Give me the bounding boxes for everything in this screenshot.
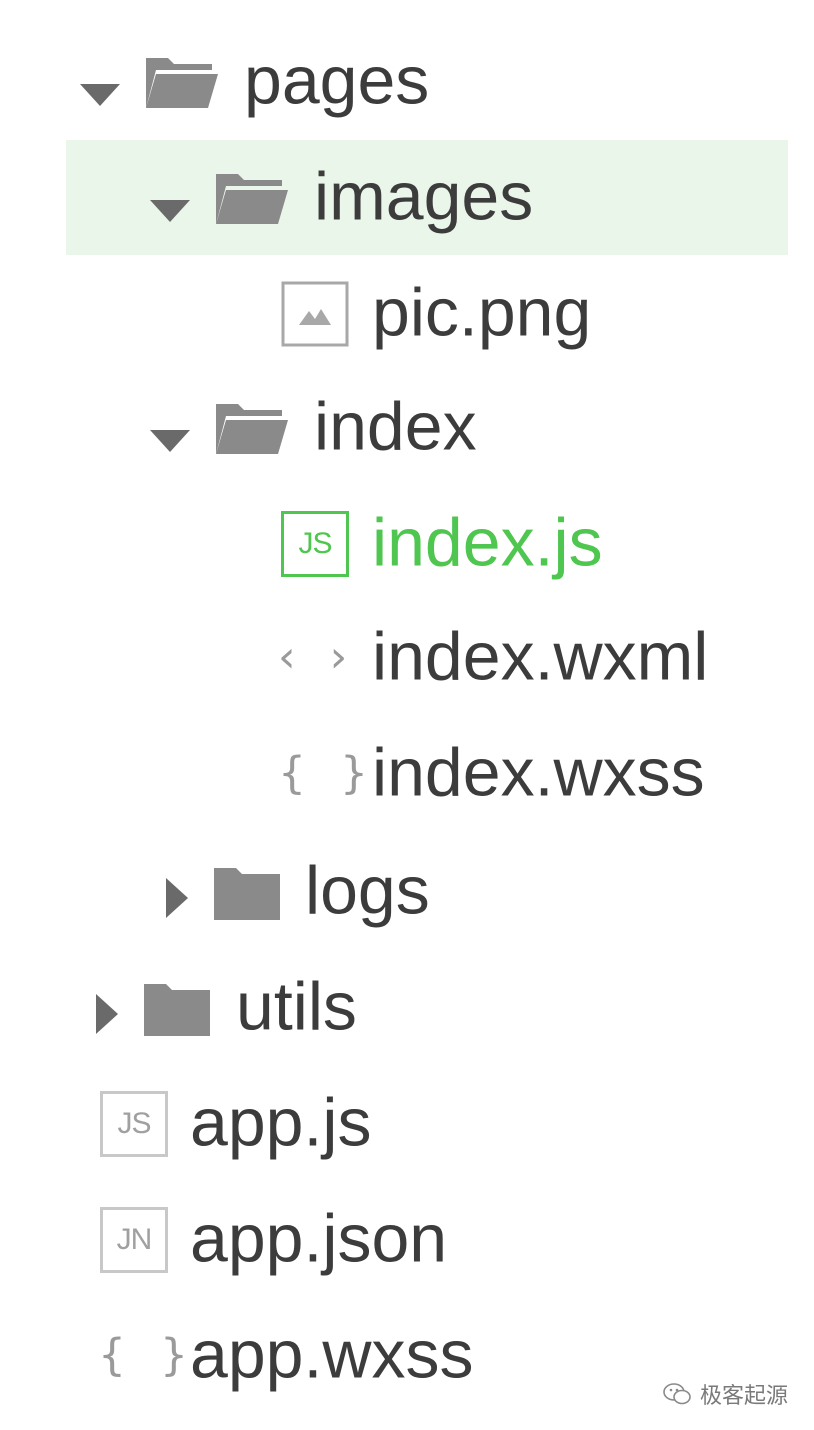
- tree-item-app-json[interactable]: JN app.json: [0, 1182, 814, 1297]
- folder-open-icon: [216, 173, 288, 224]
- chevron-right-icon[interactable]: [166, 877, 188, 918]
- tree-item-label: app.wxss: [190, 1316, 474, 1393]
- folder-open-icon: [216, 403, 288, 454]
- tree-item-label: logs: [305, 852, 430, 929]
- tree-item-logs[interactable]: logs: [0, 834, 814, 949]
- tree-item-label: index.wxss: [372, 734, 705, 811]
- tree-item-utils[interactable]: utils: [0, 950, 814, 1065]
- code-file-icon: ‹ ›: [278, 630, 358, 682]
- tree-item-pic-png[interactable]: pic.png: [0, 256, 814, 371]
- tree-item-label: index: [314, 388, 477, 465]
- folder-open-icon: [146, 57, 218, 108]
- js-file-icon: JS: [100, 1090, 168, 1157]
- watermark: 极客起源: [662, 1378, 788, 1410]
- tree-item-label: app.js: [190, 1084, 372, 1161]
- tree-item-label: pages: [244, 42, 430, 119]
- tree-item-label: index.wxml: [372, 618, 709, 695]
- tree-item-label: utils: [236, 968, 357, 1045]
- chevron-right-icon[interactable]: [96, 993, 118, 1034]
- tree-item-index-js[interactable]: JS index.js: [0, 486, 814, 601]
- js-file-icon: JS: [281, 510, 349, 577]
- tree-item-index-wxml[interactable]: ‹ › index.wxml: [0, 600, 814, 715]
- tree-item-index-wxss[interactable]: { } index.wxss: [0, 716, 814, 831]
- tree-item-label: index.js: [372, 504, 603, 581]
- folder-closed-icon: [144, 983, 210, 1036]
- tree-item-label: pic.png: [372, 274, 592, 351]
- json-file-icon: JN: [100, 1206, 168, 1273]
- tree-item-app-js[interactable]: JS app.js: [0, 1066, 814, 1181]
- style-file-icon: { }: [98, 1328, 198, 1380]
- style-file-icon: { }: [278, 746, 378, 798]
- image-file-icon: [281, 281, 349, 346]
- chevron-down-icon[interactable]: [150, 429, 190, 452]
- tree-item-index-folder[interactable]: index: [0, 370, 814, 485]
- wechat-icon: [663, 1383, 691, 1405]
- folder-closed-icon: [214, 867, 280, 920]
- tree-item-label: app.json: [190, 1200, 448, 1277]
- file-tree: pages images pic.png index JS index.js ‹…: [0, 0, 814, 1430]
- tree-item-images[interactable]: images: [0, 140, 814, 255]
- chevron-down-icon[interactable]: [150, 199, 190, 222]
- watermark-text: 极客起源: [699, 1384, 788, 1409]
- tree-item-pages[interactable]: pages: [0, 24, 814, 139]
- tree-item-label: images: [314, 158, 534, 235]
- chevron-down-icon[interactable]: [80, 83, 120, 106]
